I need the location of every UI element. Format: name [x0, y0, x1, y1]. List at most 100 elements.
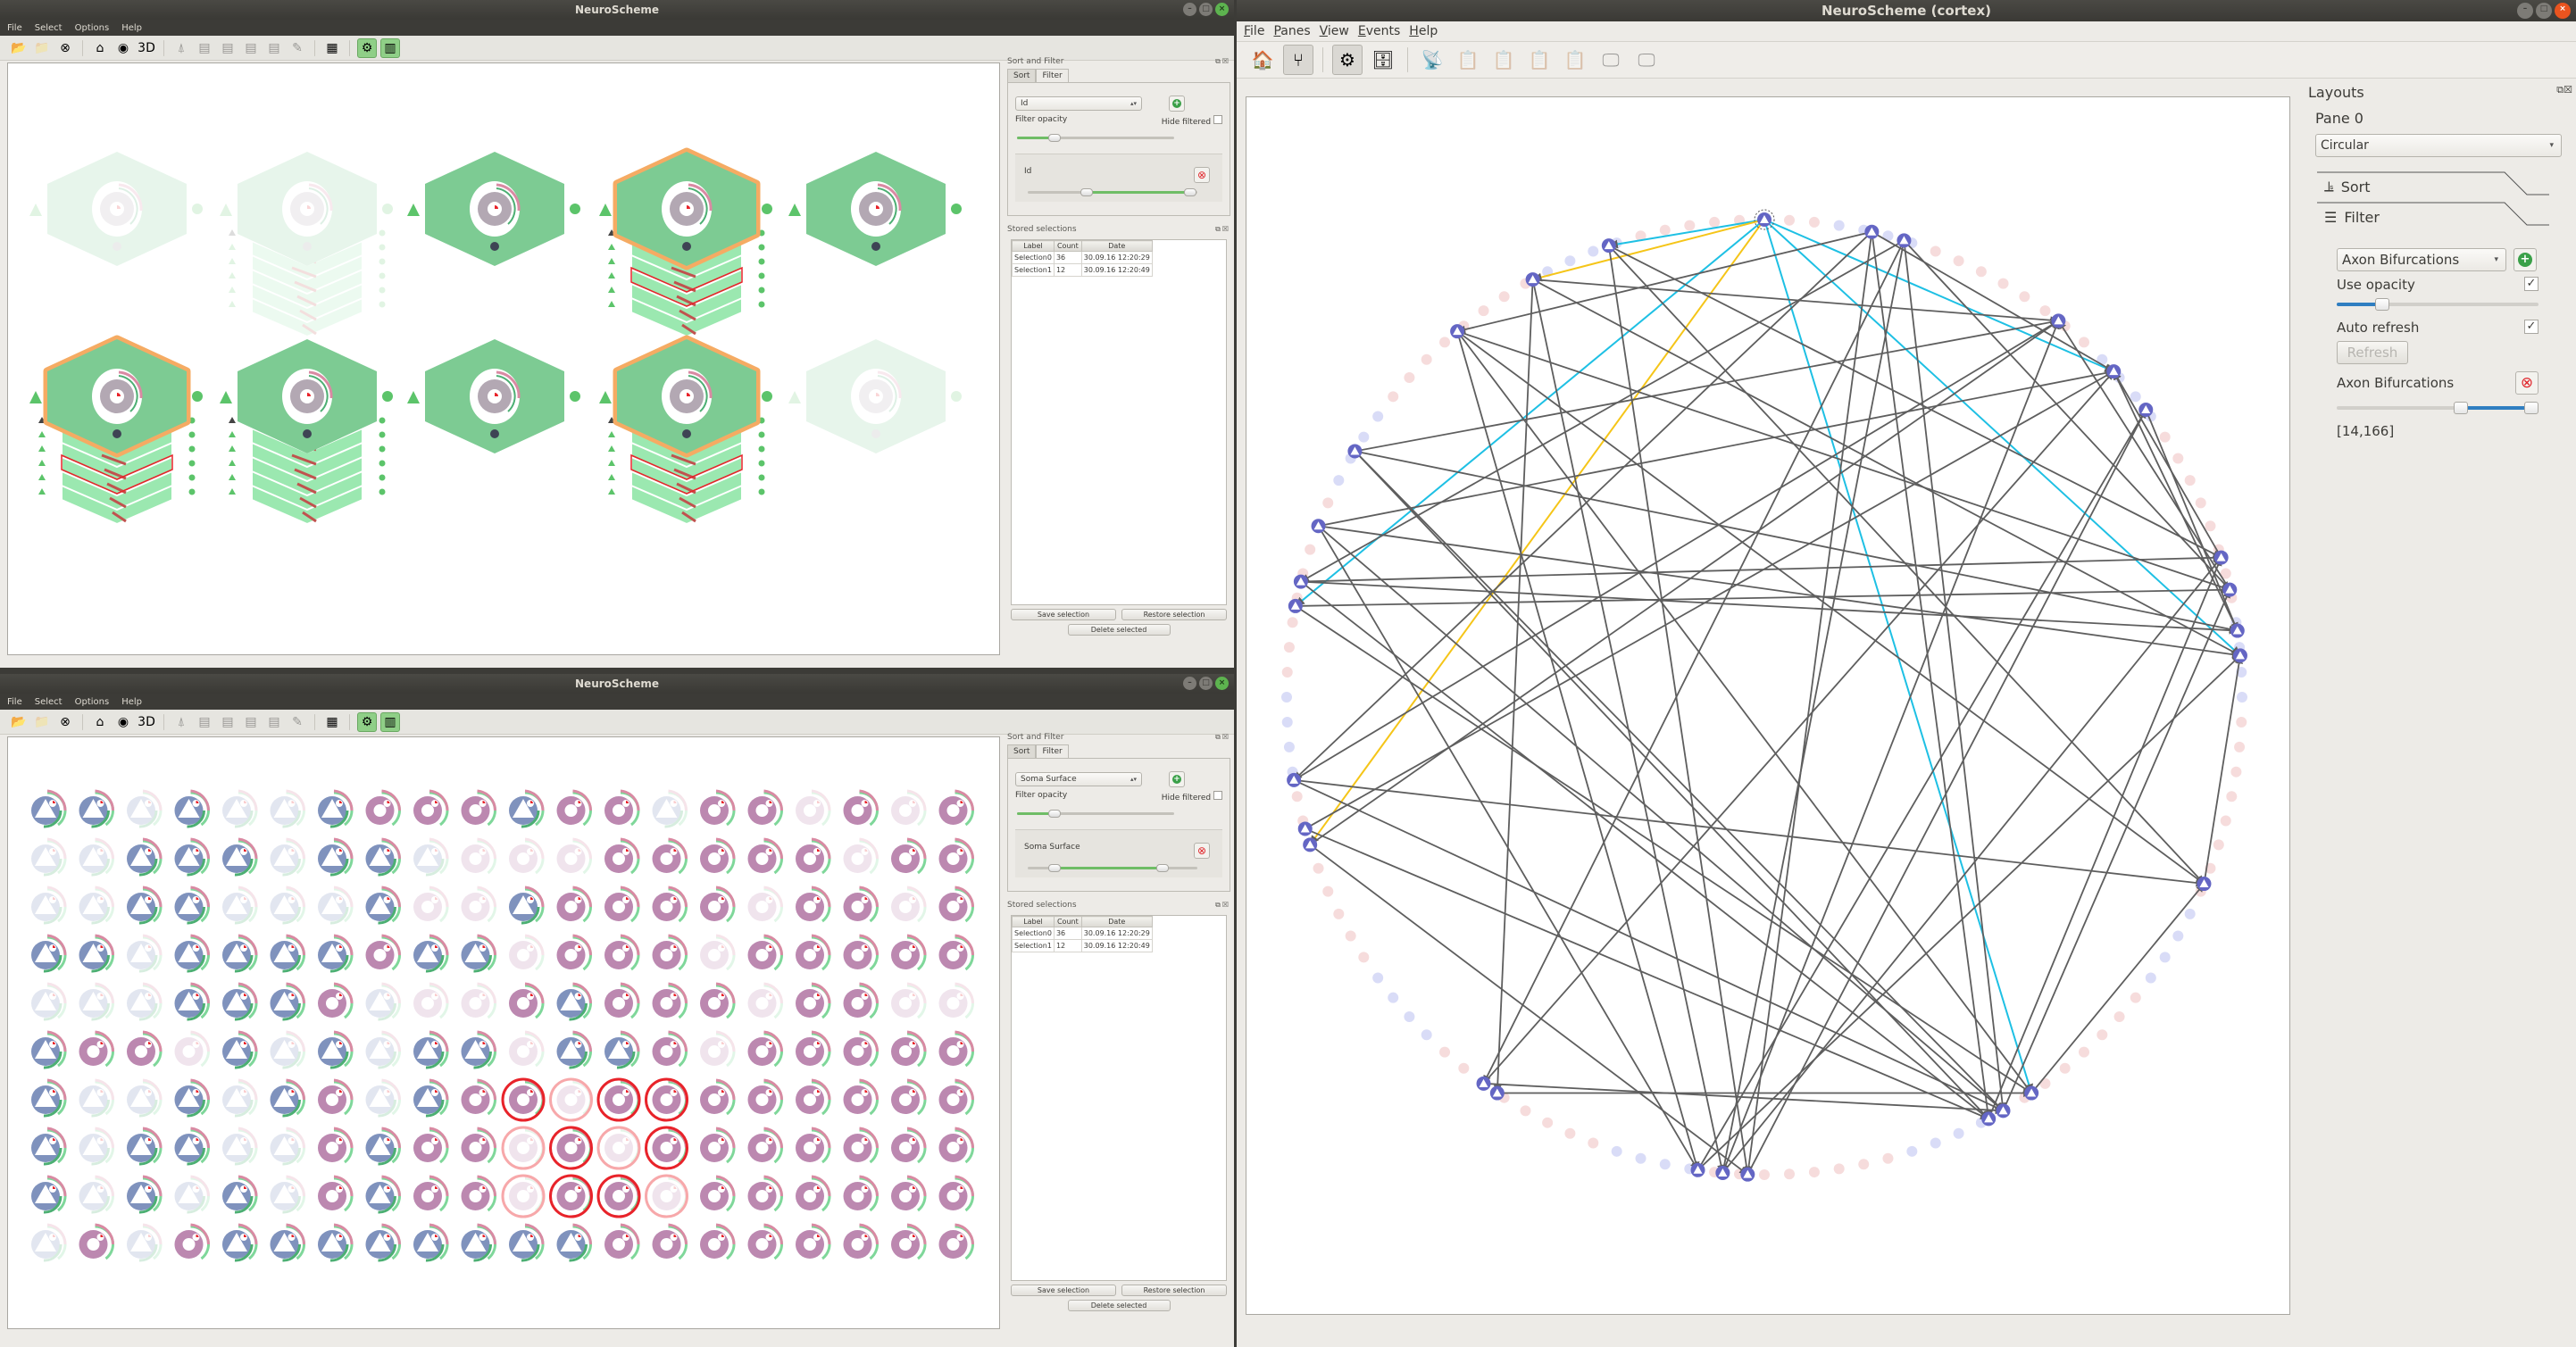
neuron-node[interactable]	[461, 982, 497, 1019]
graph-node[interactable]	[1311, 519, 1326, 534]
minicolumn-node[interactable]	[29, 335, 203, 526]
neuron-node[interactable]	[222, 837, 258, 877]
graph-node[interactable]	[1897, 233, 1912, 248]
graph-node[interactable]	[2222, 582, 2238, 597]
neuron-node[interactable]	[796, 1223, 831, 1260]
filter-property-select[interactable]: Soma Surface ▴▾	[1015, 772, 1142, 786]
neuron-node[interactable]	[747, 1078, 784, 1116]
neuron-node[interactable]	[413, 1223, 449, 1262]
graph-node[interactable]	[2138, 403, 2154, 418]
minicolumn-node[interactable]	[220, 152, 393, 338]
neuron-node[interactable]	[604, 1223, 640, 1260]
column-header[interactable]: Date	[1080, 916, 1153, 927]
neuron-node[interactable]	[938, 1175, 975, 1212]
neuron-node[interactable]	[747, 1127, 784, 1164]
neuron-node[interactable]	[318, 934, 354, 973]
scene-svg[interactable]	[8, 63, 1001, 656]
neuron-node[interactable]	[556, 837, 593, 875]
maximize-button[interactable]: □	[1199, 677, 1213, 690]
neuron-node[interactable]	[222, 789, 258, 828]
neuron-node[interactable]	[365, 1175, 402, 1214]
graph-node[interactable]	[1690, 1162, 1705, 1177]
dock-float-close-icon[interactable]: ⧉☒	[1215, 733, 1230, 742]
neuron-node[interactable]	[365, 1030, 402, 1069]
neuron-node[interactable]	[938, 934, 975, 971]
filter-opacity-slider[interactable]	[1017, 134, 1174, 142]
sort-section-header[interactable]: ⫡ Sort	[2308, 171, 2572, 202]
3d-button[interactable]: 3D	[137, 712, 156, 732]
auto-publish-button[interactable]: ▤	[195, 712, 214, 732]
neuron-node[interactable]	[413, 886, 449, 923]
menu-help[interactable]: Help	[121, 23, 142, 33]
neuron-node[interactable]	[604, 934, 640, 971]
menu-view[interactable]: View	[1320, 24, 1349, 38]
neuron-node[interactable]	[127, 1127, 163, 1166]
neuron-node[interactable]	[652, 837, 688, 875]
neuron-node[interactable]	[127, 886, 163, 925]
close-data-button[interactable]: ⊗	[55, 712, 75, 732]
minicolumn-node[interactable]	[788, 152, 962, 266]
neuron-node[interactable]	[270, 1223, 306, 1262]
neuron-node[interactable]	[365, 886, 402, 925]
neuron-node[interactable]	[604, 1030, 640, 1069]
neuron-node[interactable]	[127, 1175, 163, 1214]
neuron-node[interactable]	[318, 1223, 354, 1262]
minicolumn-node[interactable]	[407, 152, 580, 266]
neuron-node[interactable]	[79, 1078, 115, 1118]
select-button[interactable]: ▤	[264, 38, 284, 58]
neuron-node[interactable]	[509, 982, 545, 1019]
save-selection-button[interactable]: Save selection	[1011, 609, 1116, 620]
neuron-node[interactable]	[891, 1223, 927, 1260]
delete-selected-button[interactable]: Delete selected	[1067, 1300, 1171, 1311]
grid-layout-button[interactable]: ▦	[322, 712, 342, 732]
neuron-node[interactable]	[174, 789, 211, 828]
neuron-node[interactable]	[891, 982, 927, 1019]
column-header[interactable]: Label	[1012, 240, 1055, 252]
graph-node[interactable]	[2197, 877, 2212, 892]
neuron-node[interactable]	[79, 1030, 115, 1068]
neuron-node[interactable]	[604, 886, 640, 923]
neuron-node[interactable]	[891, 1175, 927, 1212]
stored-selections-table[interactable]: Label Count Date Selection0 36 30.09.16 12:20…	[1012, 240, 1153, 277]
dock-float-close-icon[interactable]: ⧉☒	[1215, 225, 1230, 234]
notes-button[interactable]: ✎	[288, 38, 307, 58]
neuron-node[interactable]	[365, 837, 402, 877]
filter-range-slider[interactable]	[1028, 864, 1197, 872]
neuron-node[interactable]	[127, 1223, 163, 1262]
filter-property-select[interactable]: Id ▴▾	[1015, 96, 1142, 111]
neuron-node[interactable]	[365, 789, 402, 827]
menu-options[interactable]: Options	[75, 23, 110, 33]
filter-range-slider[interactable]	[1028, 188, 1197, 196]
neuron-node[interactable]	[270, 837, 306, 877]
minicolumn-node[interactable]	[599, 335, 772, 526]
neuron-node[interactable]	[31, 982, 67, 1021]
neuron-node[interactable]	[222, 1175, 258, 1214]
neuron-node[interactable]	[270, 886, 306, 925]
neuron-node[interactable]	[509, 934, 545, 971]
neuron-node[interactable]	[31, 1223, 67, 1262]
dock-float-close-icon[interactable]: ⧉☒	[1215, 901, 1230, 910]
neuron-node[interactable]	[174, 982, 211, 1021]
neuron-node[interactable]	[461, 789, 497, 827]
filter-property-select[interactable]: Axon Bifurcations ▾	[2337, 248, 2506, 271]
graph-node[interactable]	[1288, 598, 1303, 613]
neuron-node[interactable]	[938, 1078, 975, 1116]
close-button[interactable]: ×	[1215, 3, 1229, 16]
minicolumn-node[interactable]	[220, 339, 393, 526]
scene-canvas[interactable]	[7, 62, 1000, 655]
neuron-node[interactable]	[938, 1223, 975, 1260]
neuron-node[interactable]	[174, 1127, 211, 1166]
remove-filter-button[interactable]: ⊗	[1194, 167, 1210, 183]
add-filter-button[interactable]: +	[2513, 248, 2537, 271]
neuron-node[interactable]	[747, 789, 784, 827]
scene-canvas[interactable]	[7, 736, 1000, 1329]
add-filter-button[interactable]: +	[1169, 96, 1185, 112]
clipboard-search-button[interactable]: 📋	[1524, 45, 1555, 75]
neuron-node[interactable]	[79, 837, 115, 877]
neuron-node[interactable]	[891, 1078, 927, 1116]
home-button[interactable]: ⌂	[90, 38, 110, 58]
neuron-node[interactable]	[700, 982, 736, 1019]
auto-select-button[interactable]: ▤	[241, 712, 261, 732]
zeroeq-connect-button[interactable]: 📡	[1417, 45, 1447, 75]
neuron-node[interactable]	[318, 1030, 354, 1069]
